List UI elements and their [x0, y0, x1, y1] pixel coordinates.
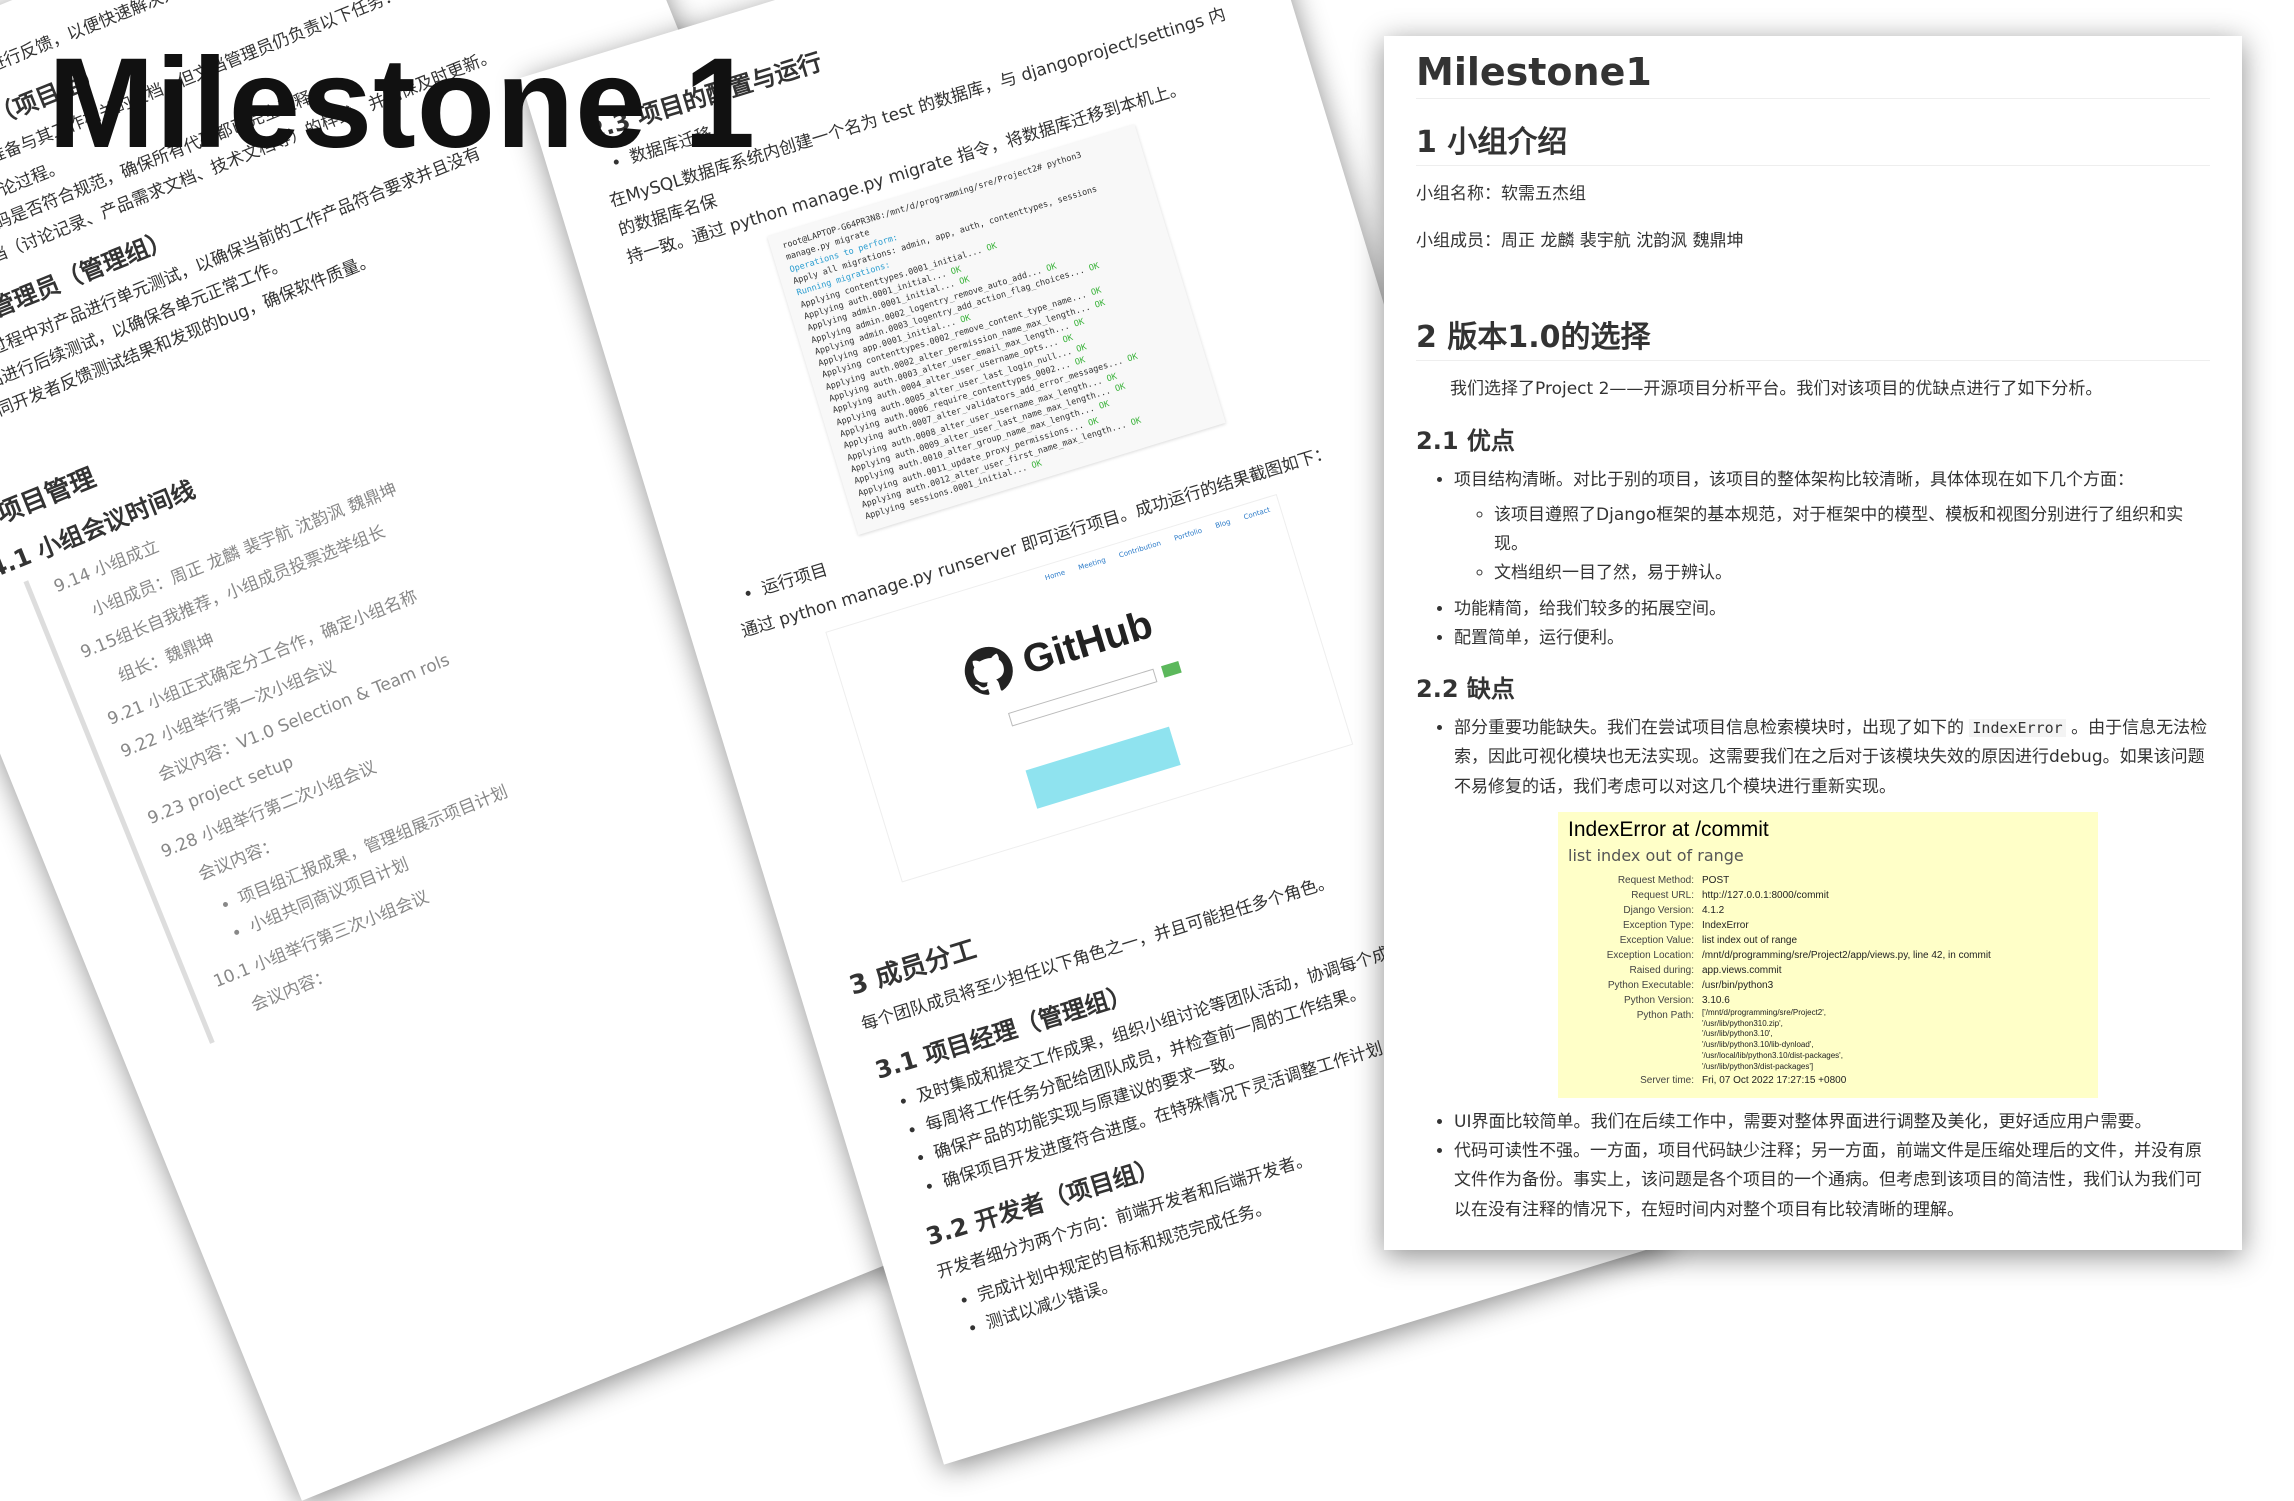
- table-key: Request Method:: [1617, 874, 1694, 886]
- table-key: Raised during:: [1629, 964, 1694, 976]
- doc-title: Milestone1: [1416, 50, 2210, 99]
- list-item: UI界面比较简单。我们在后续工作中，需要对整体界面进行调整及美化，更好适应用户需…: [1454, 1108, 2210, 1137]
- table-row: Python Version: 3.10.6: [1568, 993, 1995, 1008]
- github-octocat-icon: [959, 641, 1020, 705]
- python-path-line: '/usr/lib/python3/dist-packages']: [1702, 1061, 1814, 1071]
- table-value: /usr/bin/python3: [1702, 979, 1774, 991]
- table-row: Request Method: POST: [1568, 873, 1995, 888]
- table-key: Request URL:: [1631, 889, 1694, 901]
- table-row: Raised during: app.views.commit: [1568, 963, 1995, 978]
- table-row: Server time: Fri, 07 Oct 2022 17:27:15 +0…: [1568, 1073, 1995, 1088]
- pros-list: 项目结构清晰。对比于别的项目，该项目的整体架构比较清晰，具体体现在如下几个方面：…: [1416, 466, 2210, 653]
- python-path-line: ['/mnt/d/programming/sre/Project2',: [1702, 1007, 1826, 1017]
- table-key: Exception Location:: [1606, 949, 1694, 961]
- table-key: Server time:: [1640, 1074, 1694, 1086]
- slide-title: Milestone 1: [48, 32, 757, 175]
- list-item: 文档组织一目了然，易于辨认。: [1494, 559, 2210, 588]
- document-page-right: Milestone1 1 小组介绍 小组名称：软需五杰组 小组成员：周正 龙麟 …: [1384, 36, 2242, 1250]
- table-key: Python Version:: [1623, 994, 1694, 1006]
- list-item: 部分重要功能缺失。我们在尝试项目信息检索模块时，出现了如下的 IndexErro…: [1454, 714, 2210, 802]
- table-value: Fri, 07 Oct 2022 17:27:15 +0800: [1702, 1074, 1847, 1086]
- python-path-line: '/usr/lib/python3.10/lib-dynload',: [1702, 1040, 1814, 1050]
- django-error-screenshot: IndexError at /commit list index out of …: [1558, 811, 2098, 1098]
- table-value: POST: [1702, 874, 1730, 886]
- table-row: Python Path: ['/mnt/d/programming/sre/Pro…: [1568, 1008, 1995, 1073]
- terminal-ok-status: OK: [1025, 458, 1044, 473]
- list-item: 项目结构清晰。对比于别的项目，该项目的整体架构比较清晰，具体体现在如下几个方面：…: [1454, 466, 2210, 589]
- table-key: Exception Type:: [1623, 919, 1694, 931]
- table-value: app.views.commit: [1702, 964, 1782, 976]
- list-item: 代码可读性不强。一方面，项目代码缺少注释；另一方面，前端文件是压缩处理后的文件，…: [1454, 1137, 2210, 1225]
- pros-sublist: 该项目遵照了Django框架的基本规范，对于框架中的模型、模板和视图分别进行了组…: [1454, 501, 2210, 589]
- table-value: IndexError: [1702, 919, 1749, 931]
- table-value: 4.1.2: [1702, 904, 1725, 916]
- error-details-table: Request Method: POST Request URL: http://12…: [1568, 873, 1995, 1088]
- table-row: Exception Value: list index out of range: [1568, 933, 1995, 948]
- github-wordmark: GitHub: [1017, 601, 1158, 683]
- section-text: 我们选择了Project 2——开源项目分析平台。我们对该项目的优缺点进行了如下…: [1450, 379, 2103, 400]
- list-item: 功能精简，给我们较多的拓展空间。: [1454, 595, 2210, 624]
- table-value: /mnt/d/programming/sre/Project2/app/view…: [1702, 949, 1991, 961]
- table-key: Django Version:: [1623, 904, 1694, 916]
- table-row: Request URL: http://127.0.0.1:8000/commit: [1568, 888, 1995, 903]
- group-members: 小组成员：周正 龙麟 裴宇航 沈韵沨 魏鼎坤: [1416, 231, 1744, 252]
- section-heading: 1 小组介绍: [1416, 117, 2210, 166]
- table-row: Exception Location: /mnt/d/programming/sr…: [1568, 948, 1995, 963]
- pros-heading: 2.1 优点: [1416, 426, 1515, 455]
- section-heading: 2 版本1.0的选择: [1416, 312, 2210, 362]
- list-item-text: 部分重要功能缺失。我们在尝试项目信息检索模块时，出现了如下的: [1454, 718, 1970, 739]
- inline-code: IndexError: [1969, 719, 2066, 738]
- error-title: IndexError at /commit: [1568, 817, 1769, 841]
- table-row: Django Version: 4.1.2: [1568, 903, 1995, 918]
- table-value: ['/mnt/d/programming/sre/Project2', '/us…: [1698, 1008, 1995, 1073]
- cons-heading: 2.2 缺点: [1416, 675, 1515, 704]
- cons-list-more: UI界面比较简单。我们在后续工作中，需要对整体界面进行调整及美化，更好适应用户需…: [1416, 1108, 2210, 1225]
- table-key: Python Executable:: [1607, 979, 1694, 991]
- table-value: 3.10.6: [1702, 994, 1730, 1006]
- table-row: Python Executable: /usr/bin/python3: [1568, 978, 1995, 993]
- table-key: Exception Value:: [1619, 934, 1694, 946]
- table-row: Exception Type: IndexError: [1568, 918, 1995, 933]
- group-name: 小组名称：软需五杰组: [1416, 184, 1586, 204]
- list-item-text: 项目结构清晰。对比于别的项目，该项目的整体架构比较清晰，具体体现在如下几个方面：: [1454, 469, 2134, 490]
- python-path-line: '/usr/local/lib/python3.10/dist-packages…: [1702, 1051, 1843, 1060]
- python-path-line: '/usr/lib/python310.zip',: [1702, 1018, 1783, 1028]
- preview-chart: [1025, 726, 1181, 809]
- search-button[interactable]: [1161, 661, 1182, 678]
- python-path-line: '/usr/lib/python3.10',: [1702, 1029, 1773, 1039]
- list-item: 该项目遵照了Django框架的基本规范，对于框架中的模型、模板和视图分别进行了组…: [1494, 501, 2210, 559]
- list-item: 配置简单，运行便利。: [1454, 624, 2210, 653]
- error-subtitle: list index out of range: [1568, 845, 1744, 865]
- table-value: http://127.0.0.1:8000/commit: [1702, 889, 1829, 901]
- table-value: list index out of range: [1702, 934, 1798, 946]
- table-key: Python Path:: [1636, 1009, 1694, 1021]
- cons-list: 部分重要功能缺失。我们在尝试项目信息检索模块时，出现了如下的 IndexErro…: [1416, 714, 2210, 802]
